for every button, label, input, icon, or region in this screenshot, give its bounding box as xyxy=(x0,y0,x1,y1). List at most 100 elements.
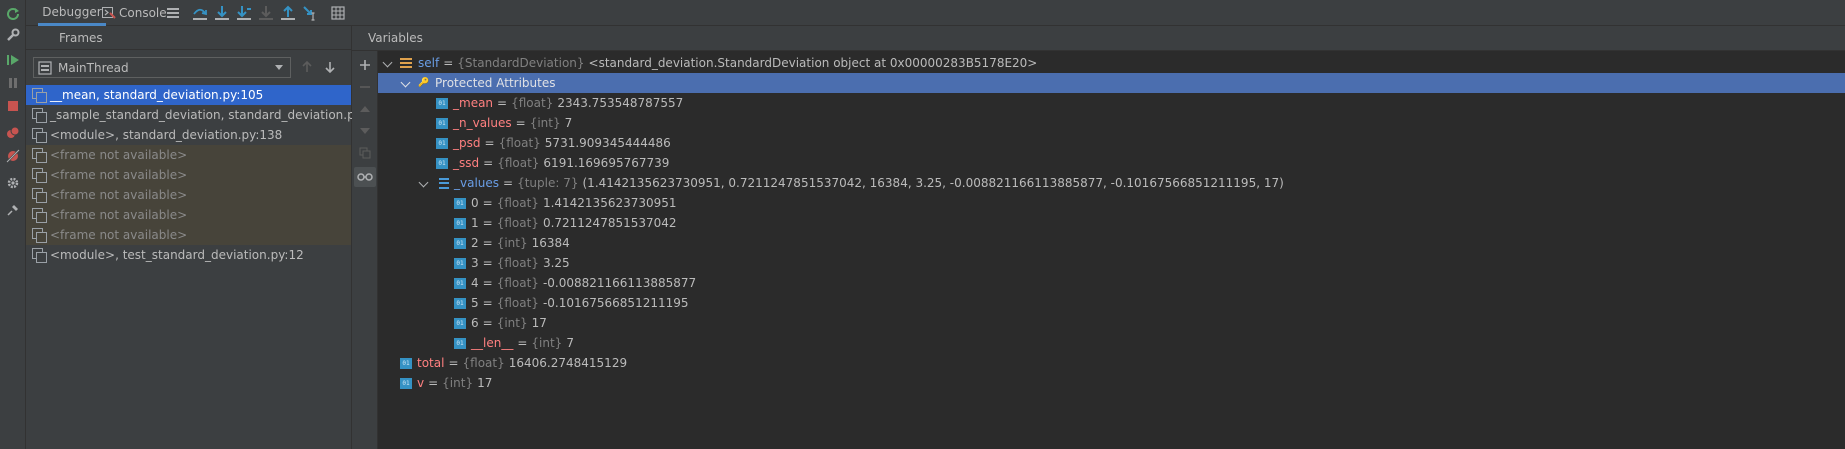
var-name: _ssd xyxy=(453,156,480,170)
pin-icon[interactable] xyxy=(5,202,21,218)
var-name: _values xyxy=(454,176,500,190)
debugger-toolbar: Debugger Console xyxy=(26,0,1845,26)
variable-row[interactable]: 01 4 = {float} -0.008821166113885877 xyxy=(378,273,1845,293)
var-type: {int} xyxy=(442,376,474,390)
variable-row[interactable]: 01 5 = {float} -0.10167566851211195 xyxy=(378,293,1845,313)
debug-tool-strip xyxy=(0,0,26,449)
protected-attributes-row[interactable]: 🔑 Protected Attributes xyxy=(378,73,1845,93)
expand-toggle-icon[interactable] xyxy=(400,77,412,89)
frame-label: <frame not available> xyxy=(50,168,188,182)
var-name: _n_values xyxy=(453,116,512,130)
tab-debugger[interactable]: Debugger xyxy=(38,0,106,26)
frame-row[interactable]: __mean, standard_deviation.py:105 xyxy=(26,85,351,105)
frame-row[interactable]: <frame not available> xyxy=(26,225,351,245)
force-step-into-icon[interactable] xyxy=(257,4,275,22)
variable-row[interactable]: 01 3 = {float} 3.25 xyxy=(378,253,1845,273)
expand-toggle-icon[interactable] xyxy=(418,177,430,189)
var-value: 7 xyxy=(566,336,574,350)
variables-tree: self = {StandardDeviation} <standard_dev… xyxy=(378,53,1845,393)
step-into-icon[interactable] xyxy=(213,4,231,22)
settings-gear-icon[interactable] xyxy=(5,175,21,191)
var-name: _mean xyxy=(453,96,494,110)
var-value: 0.7211247851537042 xyxy=(542,216,677,230)
var-eq: = xyxy=(448,356,459,370)
thread-selector[interactable]: MainThread xyxy=(33,57,291,78)
frame-icon xyxy=(32,148,47,163)
var-type: {int} xyxy=(496,236,528,250)
var-value: 16406.2748415129 xyxy=(508,356,628,370)
var-eq: = xyxy=(482,296,493,310)
var-type: {int} xyxy=(496,316,528,330)
pause-icon[interactable] xyxy=(5,75,21,91)
var-eq: = xyxy=(428,376,439,390)
glasses-view-icon[interactable] xyxy=(354,167,376,187)
mute-breakpoints-icon[interactable] xyxy=(5,148,21,164)
var-eq: = xyxy=(517,336,528,350)
next-frame-arrow-icon[interactable] xyxy=(322,59,338,75)
step-over-icon[interactable] xyxy=(191,4,209,22)
var-name: 4 xyxy=(471,276,479,290)
move-up-icon[interactable] xyxy=(357,101,373,117)
variable-row[interactable]: 01 _mean = {float} 2343.753548787557 xyxy=(378,93,1845,113)
variable-row[interactable]: 01 _ssd = {float} 6191.169695767739 xyxy=(378,153,1845,173)
var-type: {float} xyxy=(498,136,541,150)
frame-label: <frame not available> xyxy=(50,228,188,242)
value-badge-icon: 01 xyxy=(454,197,466,209)
variables-side-toolbar xyxy=(352,51,378,449)
variable-row[interactable]: 01 v = {int} 17 xyxy=(378,373,1845,393)
var-name: __len__ xyxy=(471,336,514,350)
copy-icon[interactable] xyxy=(357,145,373,161)
stop-icon[interactable] xyxy=(5,98,21,114)
add-watch-plus-icon[interactable] xyxy=(357,57,373,73)
move-down-icon[interactable] xyxy=(357,123,373,139)
step-into-my-code-icon[interactable] xyxy=(235,4,253,22)
var-eq: = xyxy=(482,256,493,270)
var-value: 17 xyxy=(477,376,493,390)
variable-row[interactable]: 01 _n_values = {int} 7 xyxy=(378,113,1845,133)
remove-watch-minus-icon[interactable] xyxy=(357,79,373,95)
variable-row[interactable]: 01 6 = {int} 17 xyxy=(378,313,1845,333)
value-badge-icon: 01 xyxy=(436,137,448,149)
frames-title: Frames xyxy=(59,30,103,45)
frame-row[interactable]: <module>, standard_deviation.py:138 xyxy=(26,125,351,145)
var-value: 3.25 xyxy=(542,256,570,270)
variables-panel: Variables self = {StandardDeviation} <st… xyxy=(352,26,1845,449)
variable-row[interactable]: 01 __len__ = {int} 7 xyxy=(378,333,1845,353)
settings-wrench-icon[interactable] xyxy=(5,27,21,43)
var-eq: = xyxy=(482,236,493,250)
value-badge-icon: 01 xyxy=(454,237,466,249)
menu-lines-icon[interactable] xyxy=(164,4,182,22)
value-badge-icon: 01 xyxy=(436,157,448,169)
variable-row[interactable]: 01 _psd = {float} 5731.909345444486 xyxy=(378,133,1845,153)
frame-row[interactable]: <frame not available> xyxy=(26,145,351,165)
value-badge-icon: 01 xyxy=(436,97,448,109)
tab-console-label: Console xyxy=(119,6,167,20)
variables-header: Variables xyxy=(352,26,1845,51)
previous-frame-arrow-icon[interactable] xyxy=(299,59,315,75)
tuple-icon xyxy=(436,177,449,190)
var-value: 17 xyxy=(531,316,547,330)
run-to-cursor-icon[interactable] xyxy=(301,4,319,22)
variable-row[interactable]: 01 0 = {float} 1.4142135623730951 xyxy=(378,193,1845,213)
frame-row[interactable]: _sample_standard_deviation, standard_dev… xyxy=(26,105,388,125)
variable-row[interactable]: 01 total = {float} 16406.2748415129 xyxy=(378,353,1845,373)
var-type: {float} xyxy=(496,216,539,230)
variable-row-self[interactable]: self = {StandardDeviation} <standard_dev… xyxy=(378,53,1845,73)
expand-toggle-icon[interactable] xyxy=(382,57,394,69)
evaluate-table-icon[interactable] xyxy=(329,4,347,22)
step-out-icon[interactable] xyxy=(279,4,297,22)
value-badge-icon: 01 xyxy=(454,337,466,349)
frames-panel: Frames MainThread __mean, standard_devia… xyxy=(26,26,388,449)
rerun-icon[interactable] xyxy=(5,5,21,21)
frame-label: <module>, test_standard_deviation.py:12 xyxy=(50,248,304,262)
frame-row[interactable]: <frame not available> xyxy=(26,185,351,205)
resume-icon[interactable] xyxy=(5,52,21,68)
view-breakpoints-icon[interactable] xyxy=(5,125,21,141)
frame-row[interactable]: <frame not available> xyxy=(26,165,351,185)
frame-row[interactable]: <frame not available> xyxy=(26,205,351,225)
variable-row[interactable]: 01 1 = {float} 0.7211247851537042 xyxy=(378,213,1845,233)
variable-row[interactable]: 01 2 = {int} 16384 xyxy=(378,233,1845,253)
frame-row[interactable]: <module>, test_standard_deviation.py:12 xyxy=(26,245,351,265)
variable-row-values[interactable]: _values = {tuple: 7} (1.4142135623730951… xyxy=(378,173,1845,193)
value-badge-icon: 01 xyxy=(454,297,466,309)
